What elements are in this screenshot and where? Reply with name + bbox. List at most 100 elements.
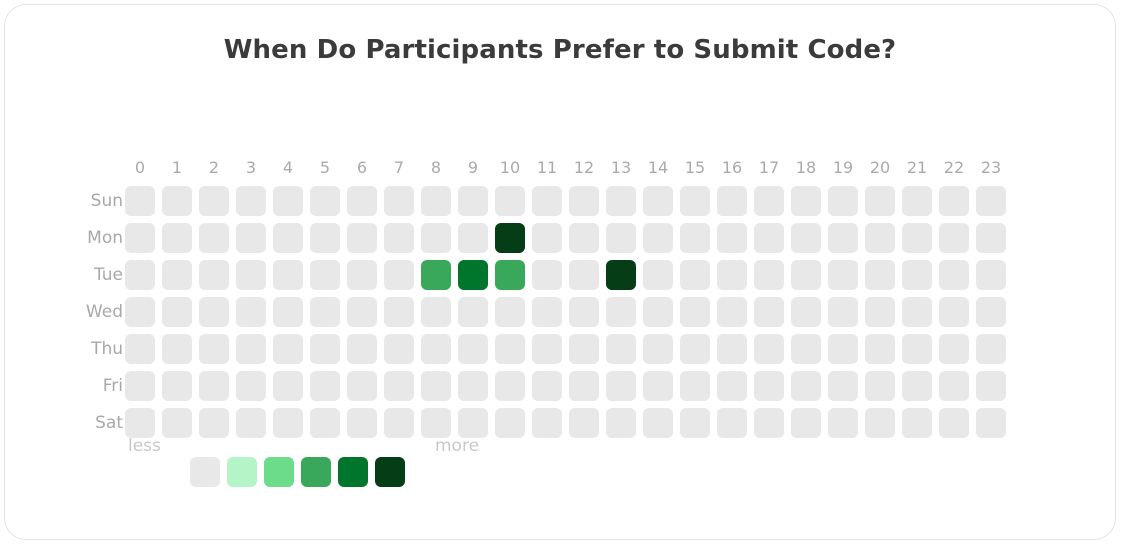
heatmap-cell[interactable] <box>902 297 932 327</box>
heatmap-cell[interactable] <box>125 334 155 364</box>
heatmap-cell[interactable] <box>680 297 710 327</box>
heatmap-cell[interactable] <box>976 223 1006 253</box>
heatmap-cell[interactable] <box>310 297 340 327</box>
heatmap-cell[interactable] <box>754 186 784 216</box>
heatmap-cell[interactable] <box>199 223 229 253</box>
heatmap-cell[interactable] <box>384 223 414 253</box>
heatmap-cell[interactable] <box>754 260 784 290</box>
heatmap-cell[interactable] <box>791 408 821 438</box>
heatmap-cell[interactable] <box>754 371 784 401</box>
heatmap-cell[interactable] <box>717 371 747 401</box>
heatmap-cell[interactable] <box>125 371 155 401</box>
heatmap-cell[interactable] <box>384 260 414 290</box>
heatmap-cell[interactable] <box>273 186 303 216</box>
heatmap-cell[interactable] <box>717 408 747 438</box>
heatmap-cell[interactable] <box>384 297 414 327</box>
heatmap-cell[interactable] <box>939 186 969 216</box>
heatmap-cell[interactable] <box>606 186 636 216</box>
heatmap-cell[interactable] <box>791 186 821 216</box>
heatmap-cell[interactable] <box>902 408 932 438</box>
heatmap-cell[interactable] <box>421 334 451 364</box>
heatmap-cell[interactable] <box>347 186 377 216</box>
heatmap-cell[interactable] <box>976 408 1006 438</box>
heatmap-cell[interactable] <box>643 186 673 216</box>
heatmap-cell[interactable] <box>606 408 636 438</box>
heatmap-cell[interactable] <box>902 334 932 364</box>
heatmap-cell[interactable] <box>643 371 673 401</box>
heatmap-cell[interactable] <box>162 297 192 327</box>
heatmap-cell[interactable] <box>347 408 377 438</box>
heatmap-cell[interactable] <box>532 260 562 290</box>
heatmap-cell[interactable] <box>828 371 858 401</box>
heatmap-cell[interactable] <box>791 223 821 253</box>
heatmap-cell[interactable] <box>125 408 155 438</box>
heatmap-cell[interactable] <box>532 297 562 327</box>
heatmap-cell[interactable] <box>458 297 488 327</box>
heatmap-cell[interactable] <box>902 223 932 253</box>
heatmap-cell[interactable] <box>532 223 562 253</box>
heatmap-cell[interactable] <box>606 371 636 401</box>
heatmap-cell[interactable] <box>310 223 340 253</box>
heatmap-cell[interactable] <box>828 334 858 364</box>
heatmap-cell[interactable] <box>495 186 525 216</box>
heatmap-cell[interactable] <box>754 223 784 253</box>
heatmap-cell[interactable] <box>902 260 932 290</box>
heatmap-cell[interactable] <box>384 371 414 401</box>
heatmap-cell[interactable] <box>273 334 303 364</box>
heatmap-cell[interactable] <box>273 408 303 438</box>
heatmap-cell[interactable] <box>199 186 229 216</box>
heatmap-cell[interactable] <box>828 260 858 290</box>
heatmap-cell[interactable] <box>828 408 858 438</box>
heatmap-cell[interactable] <box>458 223 488 253</box>
heatmap-cell[interactable] <box>384 334 414 364</box>
heatmap-cell[interactable] <box>532 371 562 401</box>
heatmap-cell[interactable] <box>643 334 673 364</box>
heatmap-cell[interactable] <box>347 297 377 327</box>
heatmap-cell[interactable] <box>791 371 821 401</box>
heatmap-cell[interactable] <box>865 334 895 364</box>
heatmap-cell[interactable] <box>680 408 710 438</box>
heatmap-cell[interactable] <box>236 371 266 401</box>
heatmap-cell[interactable] <box>865 186 895 216</box>
heatmap-cell[interactable] <box>458 408 488 438</box>
heatmap-cell[interactable] <box>643 408 673 438</box>
heatmap-cell[interactable] <box>939 408 969 438</box>
heatmap-cell[interactable] <box>569 260 599 290</box>
heatmap-cell[interactable] <box>458 371 488 401</box>
heatmap-cell[interactable] <box>606 223 636 253</box>
heatmap-cell[interactable] <box>976 334 1006 364</box>
heatmap-cell[interactable] <box>421 260 451 290</box>
heatmap-cell[interactable] <box>199 334 229 364</box>
heatmap-cell[interactable] <box>162 223 192 253</box>
heatmap-cell[interactable] <box>939 260 969 290</box>
heatmap-cell[interactable] <box>976 297 1006 327</box>
heatmap-cell[interactable] <box>310 408 340 438</box>
heatmap-cell[interactable] <box>495 408 525 438</box>
heatmap-cell[interactable] <box>569 297 599 327</box>
heatmap-cell[interactable] <box>569 223 599 253</box>
heatmap-cell[interactable] <box>495 297 525 327</box>
heatmap-cell[interactable] <box>236 297 266 327</box>
heatmap-cell[interactable] <box>310 371 340 401</box>
heatmap-cell[interactable] <box>495 334 525 364</box>
heatmap-cell[interactable] <box>680 260 710 290</box>
heatmap-cell[interactable] <box>828 297 858 327</box>
heatmap-cell[interactable] <box>865 260 895 290</box>
heatmap-cell[interactable] <box>976 260 1006 290</box>
heatmap-cell[interactable] <box>347 334 377 364</box>
heatmap-cell[interactable] <box>680 186 710 216</box>
heatmap-cell[interactable] <box>606 260 636 290</box>
heatmap-cell[interactable] <box>458 260 488 290</box>
heatmap-cell[interactable] <box>347 260 377 290</box>
heatmap-cell[interactable] <box>384 408 414 438</box>
heatmap-cell[interactable] <box>865 223 895 253</box>
heatmap-cell[interactable] <box>310 186 340 216</box>
heatmap-cell[interactable] <box>162 371 192 401</box>
heatmap-cell[interactable] <box>791 297 821 327</box>
heatmap-cell[interactable] <box>939 297 969 327</box>
heatmap-cell[interactable] <box>495 260 525 290</box>
heatmap-cell[interactable] <box>532 408 562 438</box>
heatmap-cell[interactable] <box>347 223 377 253</box>
heatmap-cell[interactable] <box>680 371 710 401</box>
heatmap-cell[interactable] <box>754 408 784 438</box>
